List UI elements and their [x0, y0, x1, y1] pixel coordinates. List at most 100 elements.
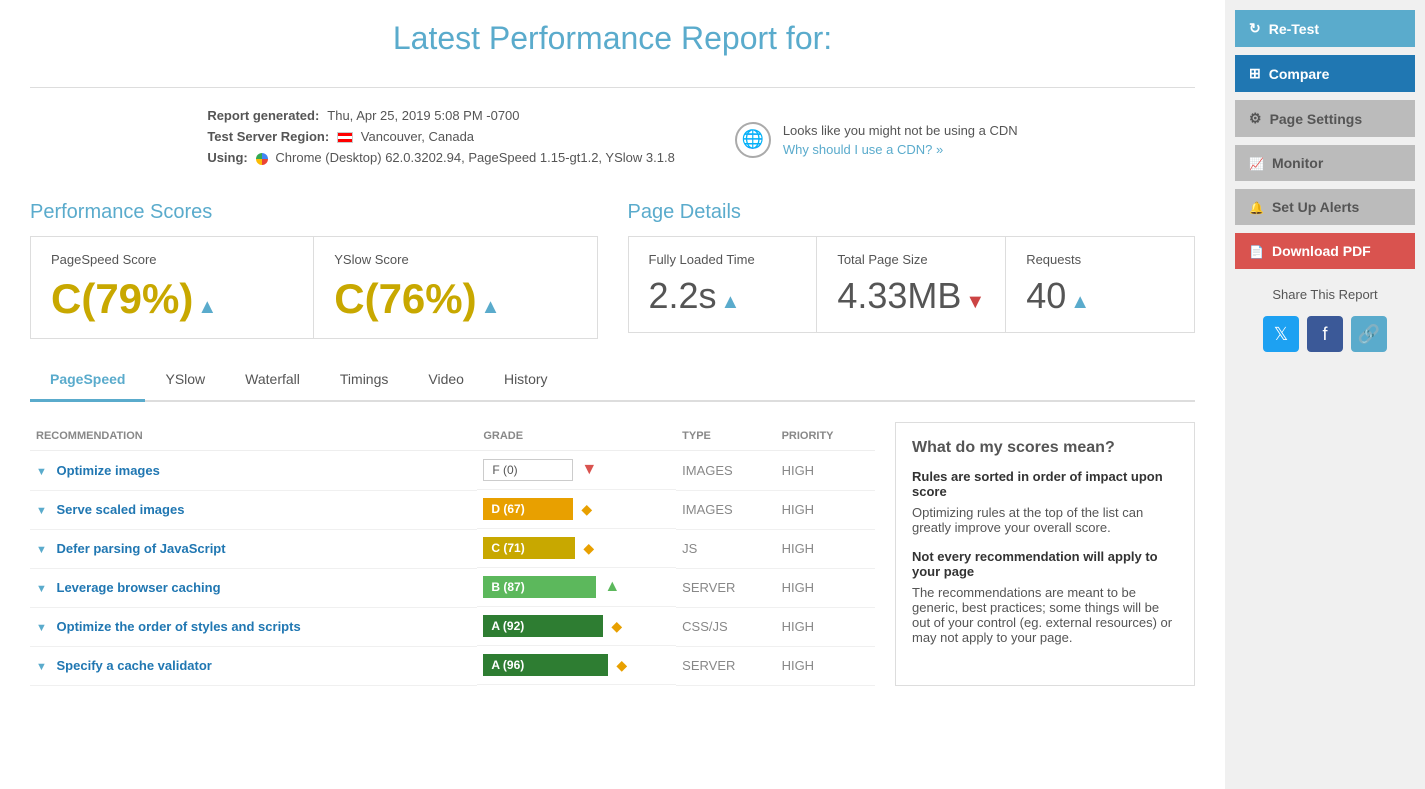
settings-icon	[1249, 110, 1262, 127]
chevron-icon: ▼	[36, 661, 47, 673]
page-size-label: Total Page Size	[837, 252, 985, 267]
type-cell: IMAGES	[676, 451, 775, 491]
priority-cell: HIGH	[776, 568, 875, 607]
retest-icon	[1249, 20, 1261, 37]
grade-icon: ▼	[581, 461, 597, 479]
grade-icon: ◆	[611, 618, 622, 635]
using-label: Using:	[207, 150, 247, 165]
loaded-time-arrow: ▲	[721, 291, 741, 313]
share-title: Share This Report	[1235, 287, 1415, 302]
table-row: ▼ Serve scaled images D (67) ◆ IMAGES HI…	[30, 490, 875, 529]
tab-history[interactable]: History	[484, 359, 568, 402]
performance-scores-title: Performance Scores	[30, 201, 598, 224]
tabs-container: PageSpeed YSlow Waterfall Timings Video …	[30, 359, 1195, 402]
recommendation-link[interactable]: Defer parsing of JavaScript	[57, 541, 226, 556]
scores-panel-title: What do my scores mean?	[912, 439, 1178, 457]
link-share-button[interactable]: 🔗	[1351, 316, 1387, 352]
recommendation-link[interactable]: Specify a cache validator	[57, 658, 212, 673]
loaded-time-value: 2.2s▲	[649, 275, 797, 317]
grade-icon: ▲	[604, 578, 620, 596]
alert-icon	[1249, 199, 1264, 215]
facebook-share-button[interactable]: f	[1307, 316, 1343, 352]
grade-cell: B (87) ▲	[477, 568, 676, 607]
requests-card: Requests 40▲	[1006, 237, 1194, 332]
yslow-arrow: ▲	[481, 296, 501, 318]
chevron-icon: ▼	[36, 505, 47, 517]
col-grade: GRADE	[477, 422, 676, 451]
type-cell: CSS/JS	[676, 607, 775, 646]
table-row: ▼ Leverage browser caching B (87) ▲ SERV…	[30, 568, 875, 607]
using-value: Chrome (Desktop) 62.0.3202.94, PageSpeed…	[256, 150, 675, 165]
page-title: Latest Performance Report for:	[30, 20, 1195, 57]
canada-flag-icon	[337, 132, 353, 143]
rec-cell: ▼ Leverage browser caching	[30, 568, 477, 607]
page-size-card: Total Page Size 4.33MB▼	[817, 237, 1006, 332]
grade-badge: D (67)	[483, 498, 573, 520]
chevron-icon: ▼	[36, 622, 47, 634]
table-row: ▼ Optimize images F (0) ▼ IMAGES HIGH	[30, 451, 875, 491]
priority-cell: HIGH	[776, 529, 875, 568]
chrome-icon	[256, 153, 268, 165]
yslow-score-card: YSlow Score C(76%)▲	[314, 237, 596, 338]
grade-badge: B (87)	[483, 576, 596, 598]
page-details-title: Page Details	[628, 201, 1196, 224]
rec-cell: ▼ Defer parsing of JavaScript	[30, 529, 477, 568]
monitor-button[interactable]: Monitor	[1235, 145, 1415, 181]
pagespeed-label: PageSpeed Score	[51, 252, 293, 267]
rule-title: Rules are sorted in order of impact upon…	[912, 469, 1178, 499]
pagespeed-value: C(79%)▲	[51, 275, 293, 323]
type-cell: IMAGES	[676, 490, 775, 529]
yslow-value: C(76%)▲	[334, 275, 576, 323]
sidebar: Re-Test Compare Page Settings Monitor Se…	[1225, 0, 1425, 789]
compare-button[interactable]: Compare	[1235, 55, 1415, 92]
recommendation-link[interactable]: Leverage browser caching	[57, 580, 221, 595]
chevron-icon: ▼	[36, 466, 47, 478]
requests-arrow: ▲	[1070, 291, 1090, 313]
monitor-icon	[1249, 155, 1264, 171]
retest-button[interactable]: Re-Test	[1235, 10, 1415, 47]
region-value: Vancouver, Canada	[337, 129, 474, 144]
recommendation-link[interactable]: Optimize the order of styles and scripts	[57, 619, 301, 634]
pdf-button[interactable]: Download PDF	[1235, 233, 1415, 269]
pagespeed-arrow: ▲	[197, 296, 217, 318]
grade-cell: A (92) ◆	[477, 607, 676, 646]
page-size-value: 4.33MB▼	[837, 275, 985, 317]
grade-badge: F (0)	[483, 459, 573, 481]
globe-icon: 🌐	[735, 122, 771, 158]
cdn-note: Looks like you might not be using a CDN	[783, 123, 1018, 138]
generated-label: Report generated:	[207, 108, 319, 123]
rec-cell: ▼ Optimize the order of styles and scrip…	[30, 607, 477, 646]
tab-yslow[interactable]: YSlow	[145, 359, 225, 402]
col-recommendation: RECOMMENDATION	[30, 422, 477, 451]
table-row: ▼ Specify a cache validator A (96) ◆ SER…	[30, 646, 875, 685]
tab-timings[interactable]: Timings	[320, 359, 409, 402]
rec-cell: ▼ Serve scaled images	[30, 490, 477, 529]
twitter-share-button[interactable]: 𝕏	[1263, 316, 1299, 352]
col-priority: PRIORITY	[776, 422, 875, 451]
grade-cell: D (67) ◆	[477, 490, 676, 529]
type-cell: SERVER	[676, 646, 775, 685]
grade-cell: C (71) ◆	[477, 529, 676, 568]
requests-label: Requests	[1026, 252, 1174, 267]
grade-cell: A (96) ◆	[477, 646, 676, 685]
settings-button[interactable]: Page Settings	[1235, 100, 1415, 137]
tab-pagespeed[interactable]: PageSpeed	[30, 359, 145, 402]
rec-cell: ▼ Optimize images	[30, 451, 477, 491]
rec-desc: The recommendations are meant to be gene…	[912, 585, 1178, 645]
table-row: ▼ Defer parsing of JavaScript C (71) ◆ J…	[30, 529, 875, 568]
alerts-button[interactable]: Set Up Alerts	[1235, 189, 1415, 225]
pagespeed-score-card: PageSpeed Score C(79%)▲	[31, 237, 314, 338]
recommendation-link[interactable]: Serve scaled images	[57, 502, 185, 517]
tab-video[interactable]: Video	[408, 359, 484, 402]
cdn-link[interactable]: Why should I use a CDN? »	[783, 142, 943, 157]
recommendation-link[interactable]: Optimize images	[57, 463, 160, 478]
grade-badge: A (96)	[483, 654, 608, 676]
loaded-time-card: Fully Loaded Time 2.2s▲	[629, 237, 818, 332]
generated-value: Thu, Apr 25, 2019 5:08 PM -0700	[327, 108, 519, 123]
grade-icon: ◆	[583, 540, 594, 557]
rule-desc: Optimizing rules at the top of the list …	[912, 505, 1178, 535]
priority-cell: HIGH	[776, 490, 875, 529]
tab-waterfall[interactable]: Waterfall	[225, 359, 320, 402]
priority-cell: HIGH	[776, 646, 875, 685]
page-size-arrow: ▼	[965, 291, 985, 313]
